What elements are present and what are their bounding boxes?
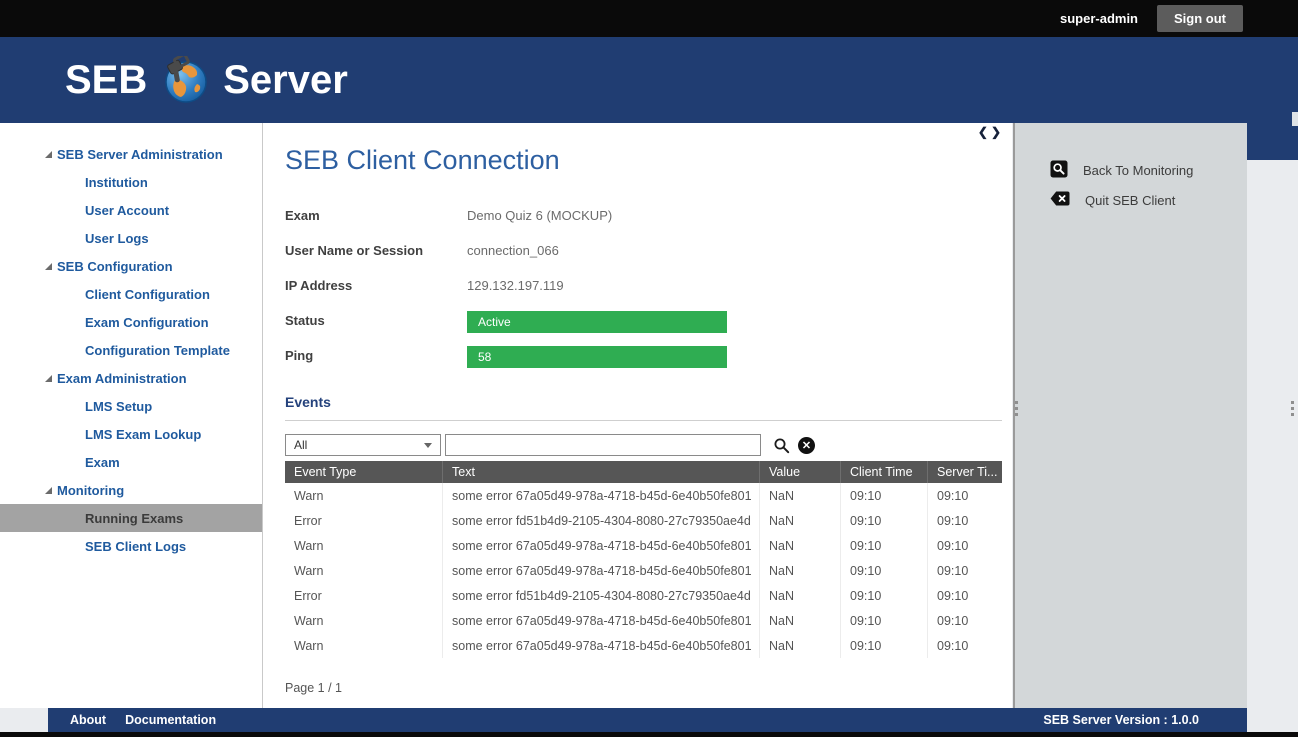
sidebar-item-user-account[interactable]: User Account bbox=[0, 196, 262, 224]
field-ip-address: IP Address 129.132.197.119 bbox=[285, 276, 1002, 296]
field-value: Demo Quiz 6 (MOCKUP) bbox=[467, 206, 612, 223]
field-label: Exam bbox=[285, 206, 467, 223]
sidebar-item-exam-configuration[interactable]: Exam Configuration bbox=[0, 308, 262, 336]
field-exam: Exam Demo Quiz 6 (MOCKUP) bbox=[285, 206, 1002, 226]
chevron-down-icon bbox=[424, 443, 432, 448]
field-label: User Name or Session bbox=[285, 241, 467, 258]
table-row[interactable]: Error some error fd51b4d9-2105-4304-8080… bbox=[285, 583, 1002, 608]
globe-lock-icon bbox=[161, 56, 209, 104]
connection-details-form: Exam Demo Quiz 6 (MOCKUP) User Name or S… bbox=[285, 206, 1002, 368]
action-label: Quit SEB Client bbox=[1085, 193, 1175, 208]
tree-expand-icon[interactable] bbox=[45, 375, 52, 382]
header-band-extension bbox=[1247, 123, 1298, 160]
sidebar-item-lms-setup[interactable]: LMS Setup bbox=[0, 392, 262, 420]
field-label: Ping bbox=[285, 346, 467, 363]
current-user-label: super-admin bbox=[1060, 11, 1138, 26]
tree-expand-icon[interactable] bbox=[45, 487, 52, 494]
field-user-name-or-session: User Name or Session connection_066 bbox=[285, 241, 1002, 261]
back-to-monitoring-button[interactable]: Back To Monitoring bbox=[1015, 155, 1247, 185]
app-footer: About Documentation SEB Server Version :… bbox=[48, 708, 1247, 732]
table-row[interactable]: Warn some error 67a05d49-978a-4718-b45d-… bbox=[285, 533, 1002, 558]
events-search-input[interactable] bbox=[445, 434, 761, 456]
field-ping: Ping 58 bbox=[285, 346, 1002, 368]
about-link[interactable]: About bbox=[70, 713, 106, 727]
seb-server-logo: SEB Se bbox=[65, 56, 348, 104]
sash-drag-handle[interactable] bbox=[1015, 398, 1019, 419]
page-title: SEB Client Connection bbox=[285, 145, 1002, 176]
table-row[interactable]: Warn some error 67a05d49-978a-4718-b45d-… bbox=[285, 483, 1002, 508]
ping-badge: 58 bbox=[467, 346, 727, 368]
sidebar-item-seb-server-administration[interactable]: SEB Server Administration bbox=[0, 140, 262, 168]
chevron-left-icon[interactable]: ❮ bbox=[978, 125, 991, 139]
events-section-heading: Events bbox=[285, 394, 1002, 410]
section-divider bbox=[285, 420, 1002, 421]
main-content-panel: ❮❯ SEB Client Connection Exam Demo Quiz … bbox=[263, 123, 1012, 708]
sidebar-item-exam[interactable]: Exam bbox=[0, 448, 262, 476]
table-row[interactable]: Warn some error 67a05d49-978a-4718-b45d-… bbox=[285, 608, 1002, 633]
column-header-client-time[interactable]: Client Time bbox=[841, 461, 928, 483]
events-filter-bar: All ✕ bbox=[285, 434, 1002, 456]
table-row[interactable]: Error some error fd51b4d9-2105-4304-8080… bbox=[285, 508, 1002, 533]
table-row[interactable]: Warn some error 67a05d49-978a-4718-b45d-… bbox=[285, 558, 1002, 583]
sidebar-item-seb-configuration[interactable]: SEB Configuration bbox=[0, 252, 262, 280]
sidebar-item-user-logs[interactable]: User Logs bbox=[0, 224, 262, 252]
sidebar-item-configuration-template[interactable]: Configuration Template bbox=[0, 336, 262, 364]
sash-drag-handle[interactable] bbox=[1291, 398, 1295, 419]
event-type-select[interactable]: All bbox=[285, 434, 441, 456]
pagination-label: Page 1 / 1 bbox=[285, 681, 1002, 695]
sidebar-item-seb-client-logs[interactable]: SEB Client Logs bbox=[0, 532, 262, 560]
chevron-right-icon[interactable]: ❯ bbox=[991, 125, 1004, 139]
column-header-text[interactable]: Text bbox=[443, 461, 760, 483]
status-badge: Active bbox=[467, 311, 727, 333]
field-value: 129.132.197.119 bbox=[467, 276, 564, 293]
events-table-header: Event Type Text Value Client Time Server… bbox=[285, 461, 1002, 483]
main-nav-sidebar: SEB Server Administration Institution Us… bbox=[0, 123, 263, 708]
app-header: SEB Se bbox=[0, 37, 1298, 123]
column-header-value[interactable]: Value bbox=[760, 461, 841, 483]
search-icon[interactable] bbox=[773, 437, 790, 454]
field-value: connection_066 bbox=[467, 241, 559, 258]
scrollbar-fragment bbox=[1292, 112, 1298, 126]
column-header-server-time[interactable]: Server Ti... bbox=[928, 461, 1002, 483]
sidebar-item-monitoring[interactable]: Monitoring bbox=[0, 476, 262, 504]
panel-history-nav: ❮❯ bbox=[978, 125, 1004, 139]
logo-text-seb: SEB bbox=[65, 58, 147, 103]
documentation-link[interactable]: Documentation bbox=[125, 713, 216, 727]
magnifier-square-icon bbox=[1050, 160, 1068, 181]
sign-out-button[interactable]: Sign out bbox=[1157, 5, 1243, 32]
tree-expand-icon[interactable] bbox=[45, 263, 52, 270]
sidebar-item-exam-administration[interactable]: Exam Administration bbox=[0, 364, 262, 392]
sidebar-item-lms-exam-lookup[interactable]: LMS Exam Lookup bbox=[0, 420, 262, 448]
quit-seb-client-button[interactable]: Quit SEB Client bbox=[1015, 185, 1247, 215]
tree-expand-icon[interactable] bbox=[45, 151, 52, 158]
event-type-selected-value: All bbox=[294, 438, 307, 452]
sidebar-item-running-exams[interactable]: Running Exams bbox=[0, 504, 262, 532]
field-label: Status bbox=[285, 311, 467, 328]
action-label: Back To Monitoring bbox=[1083, 163, 1193, 178]
logo-text-server: Server bbox=[223, 58, 348, 103]
server-version-label: SEB Server Version : 1.0.0 bbox=[1043, 713, 1199, 727]
table-row[interactable]: Warn some error 67a05d49-978a-4718-b45d-… bbox=[285, 633, 1002, 658]
sidebar-item-client-configuration[interactable]: Client Configuration bbox=[0, 280, 262, 308]
column-header-event-type[interactable]: Event Type bbox=[285, 461, 443, 483]
events-table: Event Type Text Value Client Time Server… bbox=[285, 461, 1002, 658]
sidebar-item-institution[interactable]: Institution bbox=[0, 168, 262, 196]
backspace-x-icon bbox=[1050, 191, 1070, 209]
field-status: Status Active bbox=[285, 311, 1002, 333]
action-sidebar: Back To Monitoring Quit SEB Client bbox=[1013, 123, 1247, 708]
top-bar: super-admin Sign out bbox=[0, 0, 1298, 37]
field-label: IP Address bbox=[285, 276, 467, 293]
clear-search-icon[interactable]: ✕ bbox=[798, 437, 815, 454]
